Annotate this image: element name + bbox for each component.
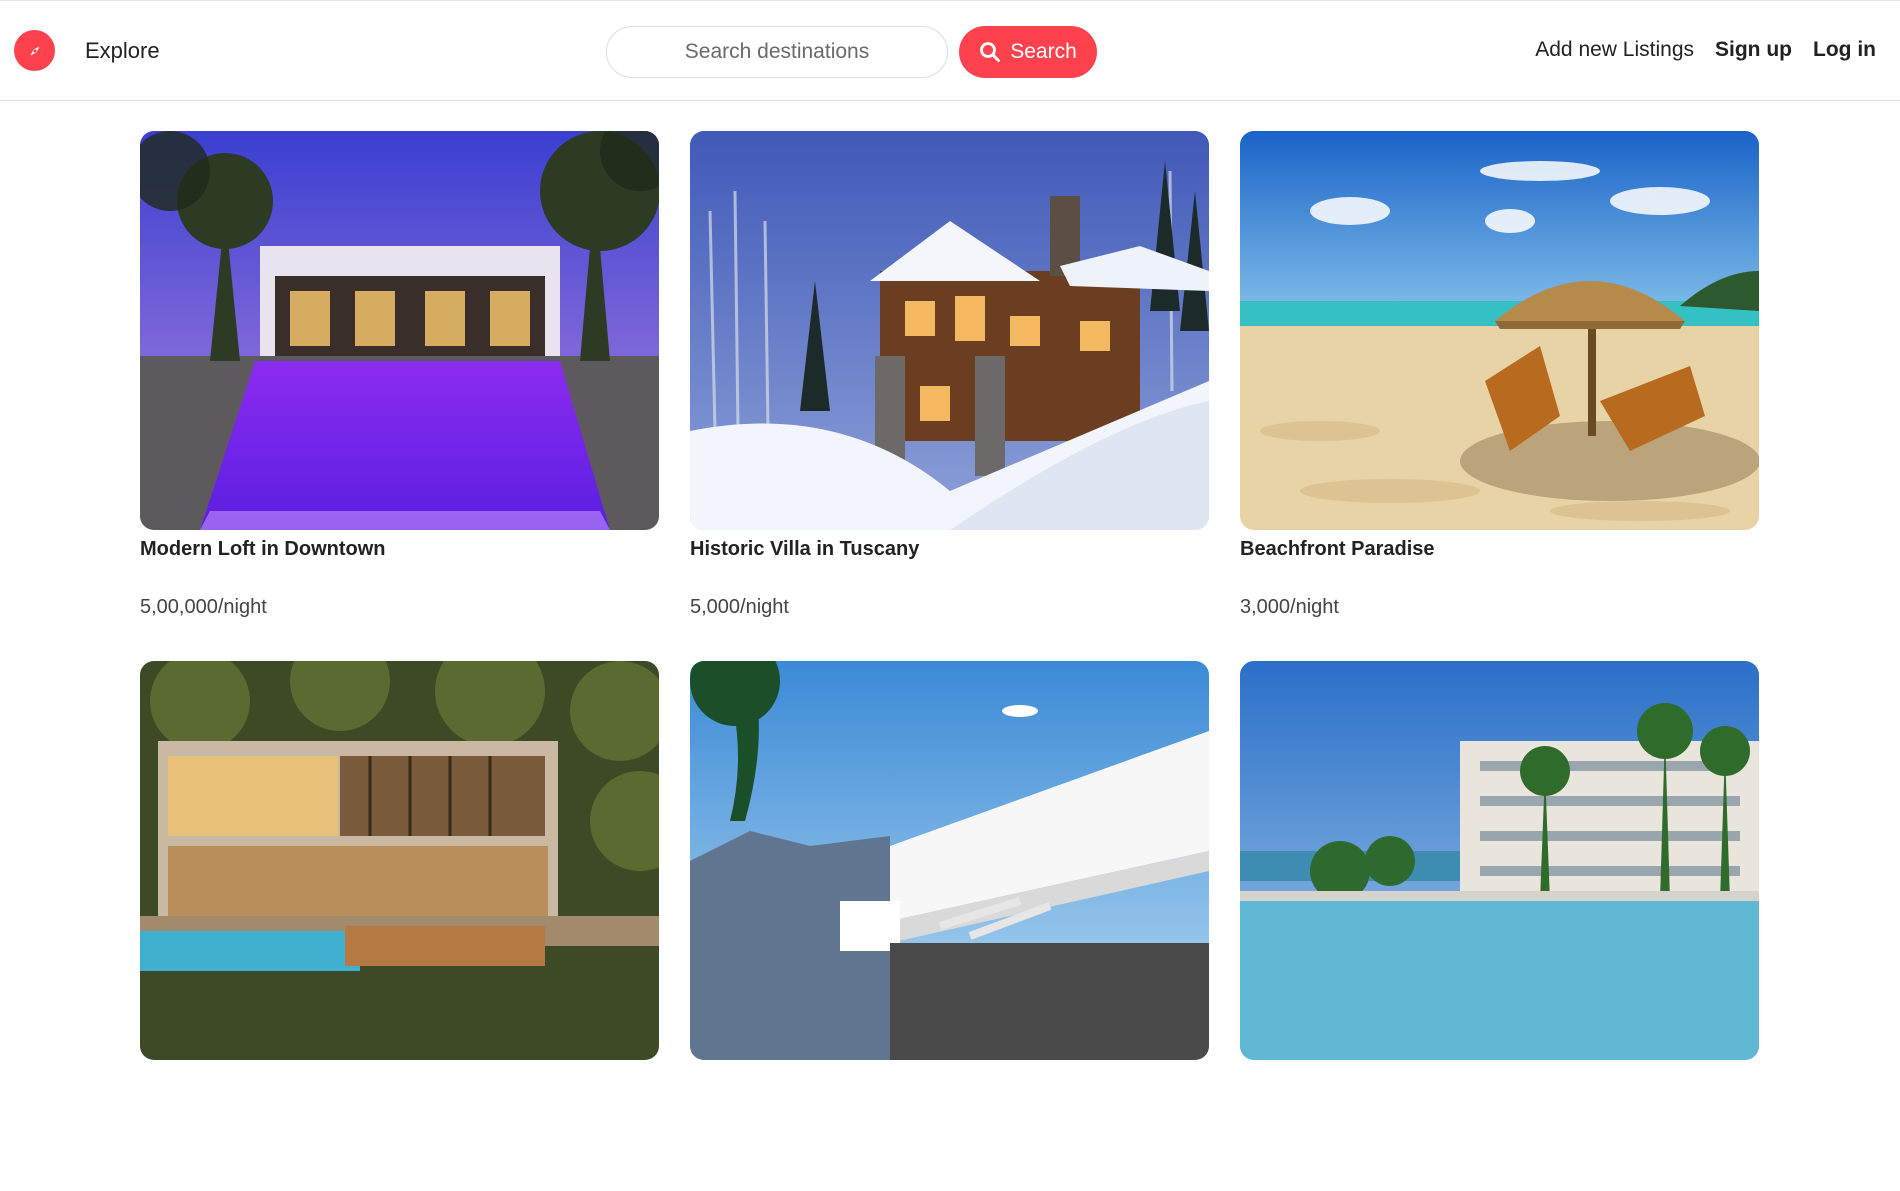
login-link[interactable]: Log in xyxy=(1813,38,1876,62)
listing-price: 3,000/night xyxy=(1240,596,1339,618)
listing-title: Beachfront Paradise xyxy=(1240,538,1435,560)
search-input[interactable] xyxy=(606,26,948,78)
listing-image[interactable] xyxy=(140,131,659,530)
listing-price: 5,000/night xyxy=(690,596,789,618)
listing-image[interactable] xyxy=(690,131,1209,530)
listing-title xyxy=(1240,1065,1759,1093)
search-icon xyxy=(980,42,1001,62)
listing-image[interactable] xyxy=(140,661,659,1060)
compass-icon[interactable] xyxy=(14,30,55,71)
listing-card[interactable] xyxy=(690,661,1209,1191)
listing-card[interactable]: Historic Villa in Tuscany 5,000/night xyxy=(690,131,1209,661)
listing-title: Modern Loft in Downtown xyxy=(140,538,386,560)
listing-price: 5,00,000/night xyxy=(140,596,267,618)
search-button[interactable]: Search xyxy=(959,26,1097,78)
signup-link[interactable]: Sign up xyxy=(1715,38,1792,62)
listing-card[interactable] xyxy=(1240,661,1759,1191)
listing-card[interactable]: Modern Loft in Downtown 5,00,000/night xyxy=(140,131,659,661)
listing-card[interactable] xyxy=(140,661,659,1191)
nav-right-links: Add new Listings Sign up Log in xyxy=(1535,38,1876,62)
listing-title xyxy=(690,1065,1209,1093)
listing-title: Historic Villa in Tuscany xyxy=(690,538,920,560)
search-button-label: Search xyxy=(1010,40,1077,63)
listing-card[interactable]: Beachfront Paradise 3,000/night xyxy=(1240,131,1759,661)
listings-grid: Modern Loft in Downtown 5,00,000/night H… xyxy=(140,131,1759,1191)
navbar: Explore Search Add new Listings Sign up … xyxy=(0,0,1900,101)
listing-title xyxy=(140,1065,659,1093)
explore-link[interactable]: Explore xyxy=(85,38,160,64)
add-listing-link[interactable]: Add new Listings xyxy=(1535,38,1694,62)
listing-image[interactable] xyxy=(1240,131,1759,530)
listing-image[interactable] xyxy=(690,661,1209,1060)
listing-image[interactable] xyxy=(1240,661,1759,1060)
